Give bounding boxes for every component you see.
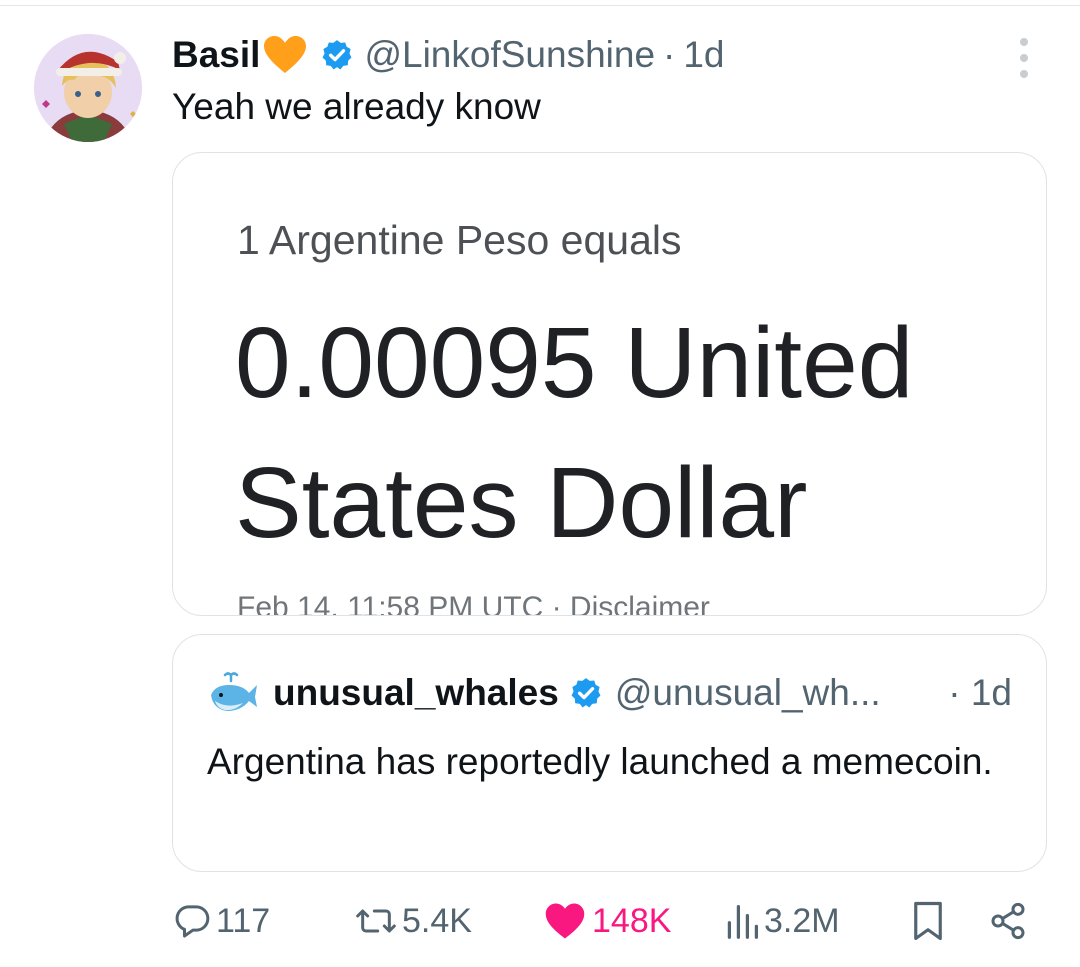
- analytics-icon: [727, 904, 759, 939]
- verified-badge-icon[interactable]: [569, 676, 603, 710]
- tweet-actions: 117 5.4K 148K 3.2M: [172, 896, 1032, 946]
- share-icon: [991, 902, 1025, 940]
- tweet-media-image[interactable]: 1 Argentine Peso equals 0.00095 United S…: [172, 152, 1047, 616]
- quoted-tweet-text: Argentina has reportedly launched a meme…: [207, 741, 993, 782]
- heart-icon: [545, 903, 585, 939]
- tweet-time[interactable]: 1d: [683, 34, 724, 76]
- like-button[interactable]: 148K: [544, 896, 671, 946]
- views-button[interactable]: 3.2M: [724, 896, 840, 946]
- verified-badge-icon[interactable]: [320, 38, 354, 72]
- quoted-tweet[interactable]: unusual_whales @unusual_wh... · 1d Argen…: [172, 634, 1047, 872]
- quoted-author-handle[interactable]: @unusual_wh...: [615, 672, 881, 714]
- author-name[interactable]: Basil: [172, 34, 260, 76]
- retweet-button[interactable]: 5.4K: [354, 896, 472, 946]
- whale-icon[interactable]: [207, 671, 259, 715]
- conversion-value: 0.00095 United States Dollar: [235, 307, 914, 559]
- quoted-tweet-time[interactable]: · 1d: [948, 671, 1012, 715]
- share-button[interactable]: [988, 896, 1028, 946]
- avatar-character-icon: [34, 34, 142, 142]
- tweet-text: Yeah we already know: [172, 86, 541, 127]
- views-count: 3.2M: [764, 901, 840, 940]
- more-options-icon[interactable]: [1008, 38, 1040, 78]
- tweet-header: Basil @LinkofSunshine · 1d: [172, 32, 725, 78]
- quoted-tweet-header: unusual_whales @unusual_wh...: [207, 671, 881, 715]
- author-avatar[interactable]: [34, 34, 142, 142]
- conversion-label: 1 Argentine Peso equals: [237, 217, 682, 263]
- reply-icon: [175, 905, 210, 938]
- separator-dot: ·: [663, 34, 676, 75]
- reply-button[interactable]: 117: [172, 896, 270, 946]
- bookmark-icon: [914, 901, 942, 941]
- top-divider: [0, 0, 1080, 6]
- reply-count: 117: [216, 901, 271, 940]
- like-count: 148K: [592, 901, 672, 940]
- quoted-author-name[interactable]: unusual_whales: [273, 672, 559, 714]
- retweet-count: 5.4K: [402, 901, 472, 940]
- author-handle[interactable]: @LinkofSunshine: [364, 34, 655, 76]
- orange-heart-icon: [262, 35, 308, 75]
- conversion-footer: Feb 14, 11:58 PM UTC · Disclaimer: [237, 591, 710, 616]
- retweet-icon: [356, 909, 396, 933]
- bookmark-button[interactable]: [910, 896, 946, 946]
